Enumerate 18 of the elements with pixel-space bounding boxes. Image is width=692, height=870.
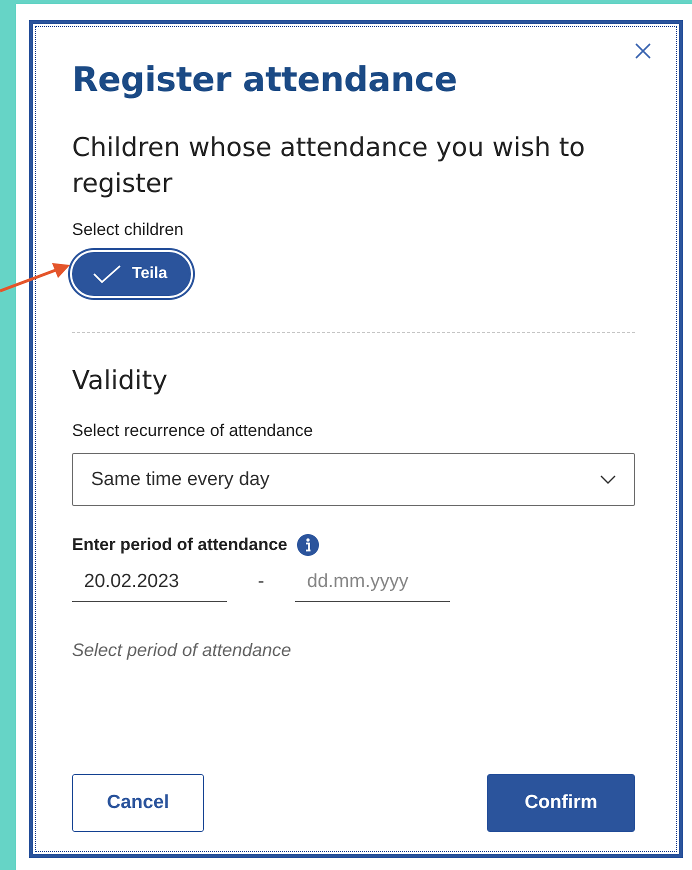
cancel-button[interactable]: Cancel <box>72 774 204 832</box>
section-heading: Children whose attendance you wish to register <box>72 132 586 201</box>
date-separator: - <box>256 571 266 593</box>
annotation-arrow <box>0 263 70 292</box>
info-icon[interactable] <box>297 534 320 556</box>
close-icon[interactable] <box>635 43 651 59</box>
field-label: Select children <box>72 220 185 240</box>
dialog-title: Register attendance <box>72 60 458 100</box>
start-date-field[interactable]: 20.02.2023 <box>72 562 227 602</box>
section-heading: Validity <box>72 365 168 398</box>
hint-text: Select period of attendance <box>72 640 292 661</box>
end-date-field[interactable]: dd.mm.yyyy <box>295 562 450 602</box>
check-icon <box>92 264 122 284</box>
field-label: Select recurrence of attendance <box>72 421 314 441</box>
chevron-down-icon <box>600 474 616 484</box>
confirm-button[interactable]: Confirm <box>487 774 635 832</box>
recurrence-dropdown[interactable]: Same time every day <box>72 453 635 506</box>
field-label: Enter period of attendance <box>72 535 288 555</box>
